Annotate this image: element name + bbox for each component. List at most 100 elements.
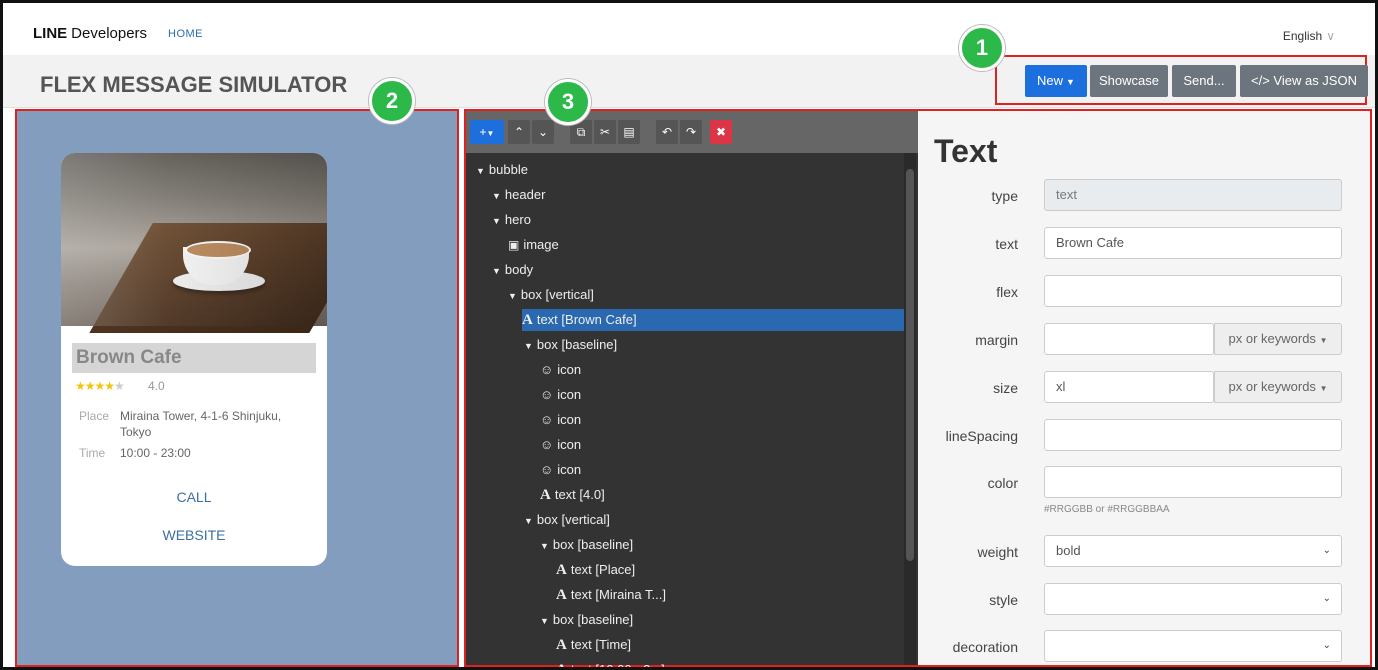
- caret-down-icon: ▼: [486, 129, 495, 138]
- caret-down-icon: ▼: [1066, 77, 1075, 87]
- brand-logo[interactable]: LINE Developers: [33, 25, 147, 42]
- hero-image: [61, 153, 327, 333]
- caret-down-icon: ▼: [508, 291, 517, 301]
- annotation-badge-1: 1: [959, 25, 1005, 71]
- tree-node[interactable]: Atext [Miraina T...]: [556, 584, 666, 606]
- tree-node-label: icon: [557, 362, 582, 377]
- margin-label: margin: [975, 332, 1018, 348]
- tree-node[interactable]: ▼ box [baseline]: [524, 334, 617, 356]
- color-field[interactable]: [1044, 466, 1342, 498]
- tree-node-label: text [Time]: [570, 637, 632, 652]
- tree-panel: +▼ ⌃ ⌄ ⧉ ✂ ▤ ↶ ↷ ✖ ▼ bubble ▼ header ▼ hero ▣ i…: [466, 111, 918, 667]
- brand-bold: LINE: [33, 25, 68, 42]
- text-icon: A: [556, 637, 567, 653]
- style-select[interactable]: ⌄: [1044, 583, 1342, 615]
- undo-button[interactable]: ↶: [656, 120, 678, 144]
- smiley-icon: ☺: [540, 462, 554, 477]
- tree-node[interactable]: Atext [Brown Cafe]: [522, 309, 904, 331]
- place-line-2: Tokyo: [120, 425, 152, 439]
- color-label: color: [987, 475, 1018, 491]
- tree-node[interactable]: ▼ hero: [492, 209, 531, 231]
- preview-panel: Brown Cafe ★★★★★ 4.0 Place Miraina Tower…: [15, 109, 459, 667]
- chevron-down-icon: ∨: [1326, 29, 1335, 43]
- tree-node[interactable]: ▣ image: [508, 234, 559, 256]
- call-link[interactable]: CALL: [61, 489, 327, 505]
- text-icon: A: [556, 562, 567, 578]
- smiley-icon: ☺: [540, 437, 554, 452]
- text-icon: A: [522, 312, 533, 328]
- tree-node[interactable]: Atext [Place]: [556, 559, 635, 581]
- add-node-button[interactable]: +▼: [470, 120, 504, 144]
- paste-button[interactable]: ▤: [618, 120, 640, 144]
- tree-node[interactable]: ▼ box [vertical]: [508, 284, 594, 306]
- star-rating: ★★★★★: [75, 379, 125, 393]
- view-as-json-button[interactable]: </> View as JSON: [1240, 65, 1368, 97]
- tree-node[interactable]: Atext [10:00 - 2...]: [556, 659, 665, 667]
- tree-node-label: box [vertical]: [536, 512, 610, 527]
- place-label: Place: [79, 409, 110, 423]
- text-icon: A: [556, 587, 567, 603]
- tree-node[interactable]: ☺ icon: [540, 359, 581, 381]
- website-link[interactable]: WEBSITE: [61, 527, 327, 543]
- tree-node-label: bubble: [488, 162, 528, 177]
- language-label: English: [1282, 29, 1323, 43]
- place-line-1: Miraina Tower, 4-1-6 Shinjuku,: [120, 409, 282, 423]
- cut-button[interactable]: ✂: [594, 120, 616, 144]
- move-up-button[interactable]: ⌃: [508, 120, 530, 144]
- tree-node-label: header: [504, 187, 546, 202]
- language-selector[interactable]: English ∨: [1283, 29, 1335, 43]
- redo-button[interactable]: ↷: [680, 120, 702, 144]
- tree-node-label: box [baseline]: [536, 337, 618, 352]
- rating-value: 4.0: [148, 379, 165, 393]
- style-label: style: [989, 592, 1018, 608]
- star-empty-icon: ★: [114, 379, 125, 393]
- paste-icon: ▤: [623, 125, 635, 139]
- send-button[interactable]: Send...: [1172, 65, 1236, 97]
- flex-field[interactable]: [1044, 275, 1342, 307]
- annotation-badge-2: 2: [369, 78, 415, 124]
- smiley-icon: ☺: [540, 387, 554, 402]
- size-field[interactable]: xl: [1044, 371, 1214, 403]
- color-hint: #RRGGBB or #RRGGBBAA: [1044, 504, 1170, 515]
- linespacing-label: lineSpacing: [945, 428, 1018, 444]
- delete-node-button[interactable]: ✖: [710, 120, 732, 144]
- title-bar: FLEX MESSAGE SIMULATOR New ▼ Showcase Sen…: [3, 55, 1375, 108]
- caret-down-icon: ▼: [492, 191, 501, 201]
- size-unit-dropdown[interactable]: px or keywords ▼: [1214, 371, 1342, 403]
- tree-node-label: box [baseline]: [552, 537, 634, 552]
- linespacing-field[interactable]: [1044, 419, 1342, 451]
- tree-scroll-thumb[interactable]: [906, 169, 914, 561]
- move-down-button[interactable]: ⌄: [532, 120, 554, 144]
- properties-title: Text: [934, 133, 998, 169]
- margin-field[interactable]: [1044, 323, 1214, 355]
- text-field[interactable]: Brown Cafe: [1044, 227, 1342, 259]
- copy-icon: ⧉: [576, 125, 586, 139]
- tree-node[interactable]: ▼ box [baseline]: [540, 534, 633, 556]
- tree-node-label: box [baseline]: [552, 612, 634, 627]
- text-icon: A: [540, 487, 551, 503]
- weight-select[interactable]: bold ⌄: [1044, 535, 1342, 567]
- tree-node[interactable]: ☺ icon: [540, 409, 581, 431]
- caret-down-icon: ▼: [524, 341, 533, 351]
- tree-node[interactable]: ▼ box [baseline]: [540, 609, 633, 631]
- tree-node[interactable]: ☺ icon: [540, 459, 581, 481]
- tree-node[interactable]: Atext [Time]: [556, 634, 631, 656]
- brand-text: Developers: [71, 25, 148, 42]
- tree-node[interactable]: ▼ header: [492, 184, 545, 206]
- chevron-up-icon: ⌃: [513, 125, 525, 139]
- new-button[interactable]: New ▼: [1025, 65, 1087, 97]
- tree-node[interactable]: ☺ icon: [540, 384, 581, 406]
- tree-node[interactable]: ☺ icon: [540, 434, 581, 456]
- time-value: 10:00 - 23:00: [120, 446, 191, 460]
- decoration-select[interactable]: ⌄: [1044, 630, 1342, 662]
- caret-down-icon: ▼: [540, 616, 549, 626]
- tree-node-label: icon: [557, 437, 582, 452]
- tree-node-label: hero: [504, 212, 531, 227]
- showcase-button[interactable]: Showcase: [1090, 65, 1168, 97]
- tree-node[interactable]: ▼ box [vertical]: [524, 509, 610, 531]
- tree-node[interactable]: ▼ bubble: [476, 159, 528, 181]
- tree-node[interactable]: Atext [4.0]: [540, 484, 605, 506]
- margin-unit-dropdown[interactable]: px or keywords ▼: [1214, 323, 1342, 355]
- tree-node[interactable]: ▼ body: [492, 259, 533, 281]
- home-link[interactable]: HOME: [168, 28, 203, 40]
